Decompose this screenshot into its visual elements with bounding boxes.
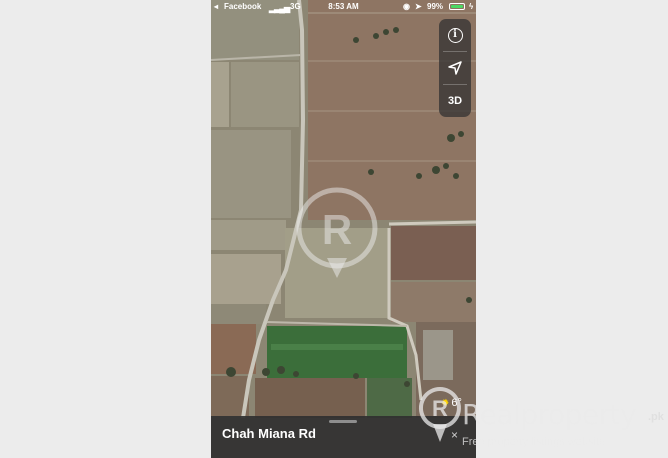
battery-percent: 99% bbox=[427, 2, 444, 11]
watermark-tld: .pk bbox=[648, 411, 664, 423]
field bbox=[211, 220, 286, 250]
battery-icon bbox=[449, 3, 465, 10]
place-title: Chah Miana Rd bbox=[222, 426, 316, 441]
side-road bbox=[388, 220, 476, 226]
field bbox=[211, 62, 229, 127]
field bbox=[211, 324, 256, 374]
watermark-logo: R bbox=[296, 187, 378, 278]
orientation-lock-icon: ◉ bbox=[403, 2, 410, 11]
map-controls: i 3D bbox=[439, 19, 471, 117]
realproperty-logo-mark: R bbox=[418, 387, 461, 442]
charging-bolt-icon: ϟ bbox=[469, 2, 474, 11]
field bbox=[308, 160, 476, 162]
location-arrow-icon bbox=[448, 61, 462, 75]
current-location-button[interactable] bbox=[439, 52, 471, 84]
field bbox=[211, 130, 291, 218]
village bbox=[423, 330, 453, 380]
field bbox=[255, 378, 365, 418]
field bbox=[391, 226, 476, 280]
status-bar: ◂ Facebook ▂▃▄▅ 3G 8:53 AM ◉ ➤ 99% ϟ bbox=[211, 0, 476, 14]
location-services-icon: ➤ bbox=[415, 2, 422, 11]
3d-toggle-button[interactable]: 3D bbox=[439, 85, 471, 117]
info-icon: i bbox=[447, 27, 463, 43]
field bbox=[211, 304, 266, 324]
battery-fill bbox=[451, 5, 463, 8]
field bbox=[391, 282, 476, 322]
watermark-brand: Realproperty bbox=[462, 398, 637, 431]
watermark-tagline: Free property listings website bbox=[462, 436, 606, 448]
green-field bbox=[267, 326, 407, 378]
svg-text:R: R bbox=[432, 396, 448, 421]
3d-label: 3D bbox=[447, 95, 463, 107]
info-button[interactable]: i bbox=[439, 19, 471, 51]
field bbox=[231, 62, 299, 127]
drag-handle[interactable] bbox=[329, 420, 357, 423]
green-field bbox=[271, 344, 403, 350]
field bbox=[211, 254, 281, 304]
svg-text:R: R bbox=[322, 206, 352, 253]
